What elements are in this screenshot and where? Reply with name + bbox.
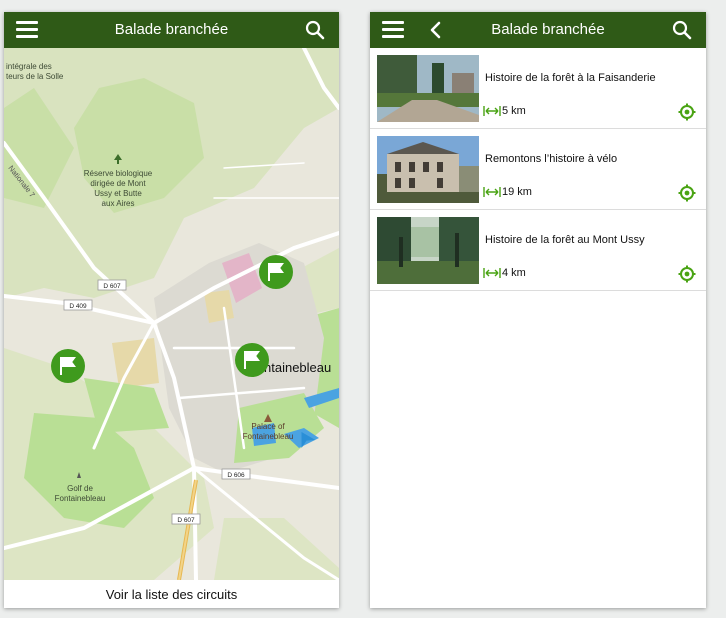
circuit-list-item[interactable]: Histoire de la forêt à la Faisanderie 5 …	[370, 48, 706, 129]
app-title: Balade branchée	[491, 21, 605, 38]
map-label: Fontainebleau	[243, 432, 294, 441]
locate-icon[interactable]	[678, 103, 696, 121]
map-label: Ussy et Butte	[94, 189, 142, 198]
locate-icon[interactable]	[678, 265, 696, 283]
distance-icon	[483, 187, 501, 197]
search-icon[interactable]	[672, 20, 692, 40]
town-label: ntainebleau	[264, 360, 331, 375]
circuit-distance: 19 km	[483, 186, 532, 198]
circuit-distance: 5 km	[483, 105, 526, 117]
map-view[interactable]: intégrale des teurs de la Solle National…	[4, 48, 339, 580]
road-label: D 607	[177, 517, 195, 524]
circuit-title: Histoire de la forêt à la Faisanderie	[485, 72, 656, 84]
app-title: Balade branchée	[114, 21, 229, 38]
circuit-list-item[interactable]: Histoire de la forêt au Mont Ussy 4 km	[370, 210, 706, 291]
road-label: D 607	[103, 283, 121, 290]
road-label: D 409	[69, 303, 87, 310]
search-icon[interactable]	[305, 20, 325, 40]
map-label: Golf de	[67, 484, 93, 493]
locate-icon[interactable]	[678, 184, 696, 202]
circuit-title: Histoire de la forêt au Mont Ussy	[485, 234, 645, 246]
distance-value: 5 km	[502, 105, 526, 117]
circuit-marker[interactable]	[259, 255, 293, 289]
map-label: teurs de la Solle	[6, 72, 64, 81]
circuit-thumbnail	[377, 136, 479, 203]
circuit-title: Remontons l’histoire à vélo	[485, 153, 618, 165]
circuit-list-button-label: Voir la liste des circuits	[105, 587, 238, 602]
circuit-list-item[interactable]: Remontons l’histoire à vélo 19 km	[370, 129, 706, 210]
map-screen: Balade branchée intégrale des teurs de l…	[4, 12, 339, 608]
map-label: dirigée de Mont	[90, 179, 146, 188]
map-label: aux Aires	[102, 199, 135, 208]
circuit-distance: 4 km	[483, 267, 526, 279]
circuit-list-button[interactable]: Voir la liste des circuits	[4, 580, 339, 608]
circuit-marker[interactable]	[51, 349, 85, 383]
map-label: Palace of	[251, 422, 285, 431]
map-label: Réserve biologique	[84, 169, 153, 178]
map-label: intégrale des	[6, 62, 52, 71]
map-label: Fontainebleau	[55, 494, 106, 503]
road-label: D 606	[227, 472, 245, 479]
circuit-list-screen: Balade branchée Histoire de la forêt à l…	[370, 12, 706, 608]
distance-value: 4 km	[502, 267, 526, 279]
distance-value: 19 km	[502, 186, 532, 198]
circuit-marker[interactable]	[235, 343, 269, 377]
app-bar: Balade branchée	[370, 12, 706, 48]
circuit-thumbnail	[377, 55, 479, 122]
app-bar: Balade branchée	[4, 12, 339, 48]
distance-icon	[483, 106, 501, 116]
circuit-thumbnail	[377, 217, 479, 284]
distance-icon	[483, 268, 501, 278]
